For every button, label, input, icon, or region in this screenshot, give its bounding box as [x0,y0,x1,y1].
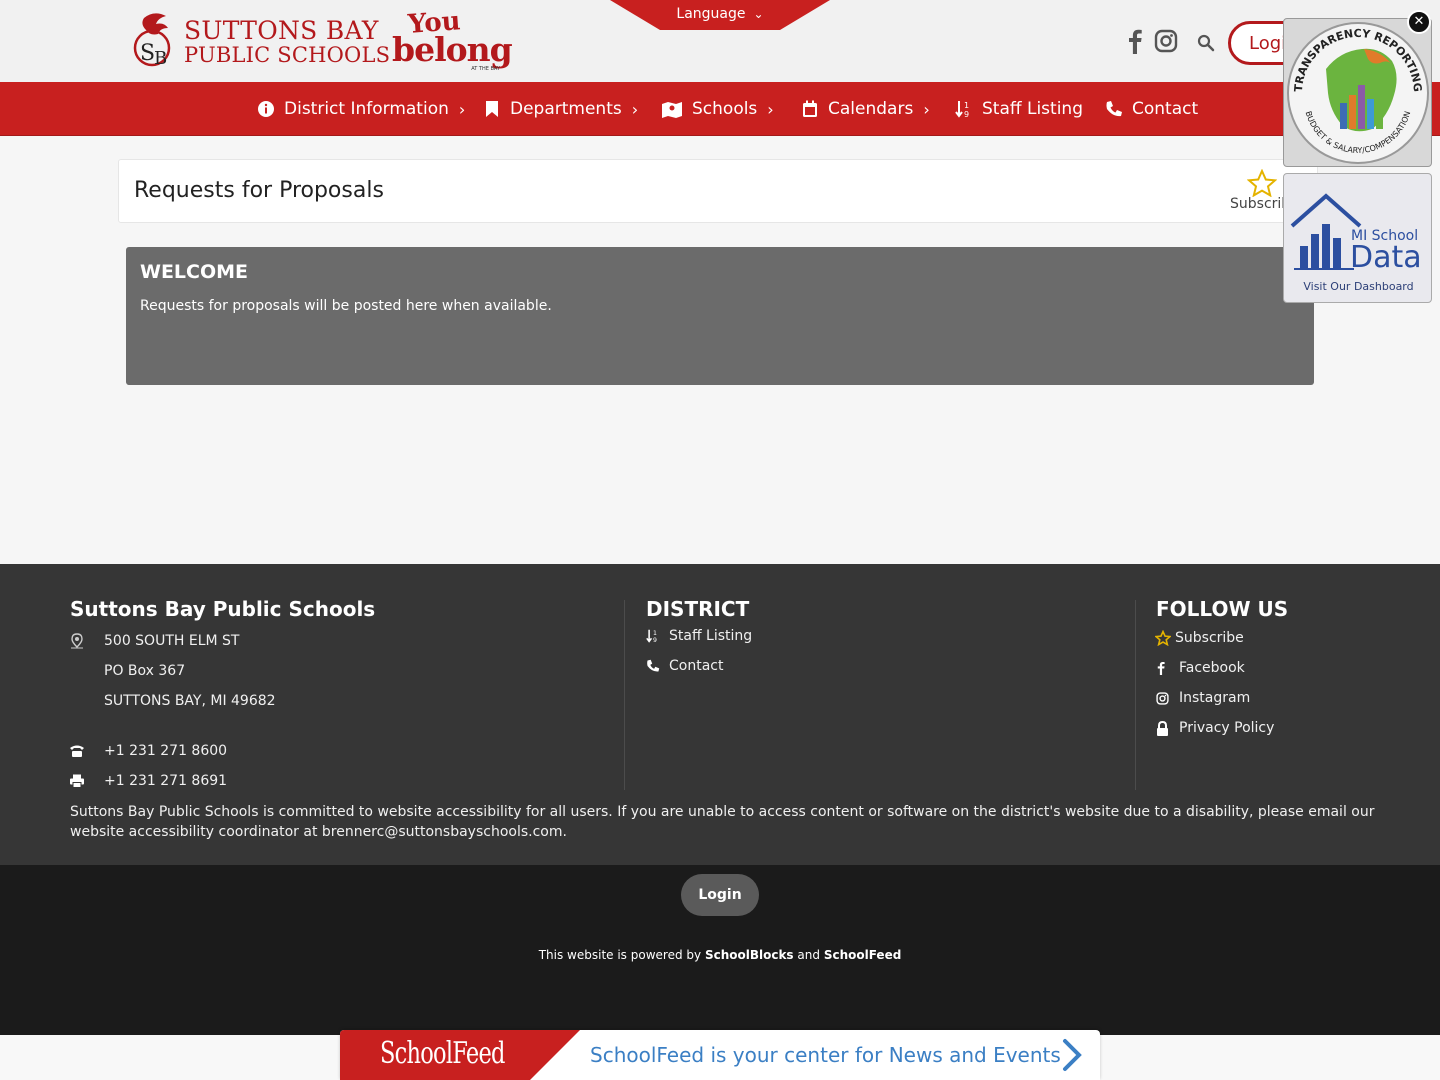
schoolfeed-banner[interactable]: SchoolFeed SchoolFeed is your center for… [340,1030,1100,1080]
svg-text:B: B [154,48,167,69]
mi-school-data-widget[interactable]: MI School Data Visit Our Dashboard [1283,173,1432,303]
svg-text:S: S [140,41,155,66]
phone-icon [645,658,661,674]
language-label: Language [676,6,746,22]
footer-divider [1135,600,1136,790]
bottom-bar: Login This website is powered by SchoolB… [0,865,1440,1035]
sort-icon: 19 [954,99,974,119]
instagram-icon[interactable] [1154,28,1178,54]
schoolfeed-text: SchoolFeed is your center for News and E… [590,1043,1061,1067]
phone-icon [1104,99,1124,119]
footer-link-staff-listing[interactable]: Staff Listing [669,628,752,644]
info-circle-icon [256,99,276,119]
school-logo-text[interactable]: SUTTONS BAY PUBLIC SCHOOLS [184,18,390,66]
footer-link-subscribe[interactable]: Subscribe [1175,630,1244,646]
nav-label: Departments [510,99,622,119]
svg-text:9: 9 [653,637,657,643]
sort-icon: 19 [645,628,661,644]
nav-label: District Information [284,99,449,119]
chevron-right-icon: › [767,99,774,119]
close-icon[interactable]: ✕ [1407,10,1431,34]
powered-prefix: This website is powered by [538,948,702,962]
logo-line-2: PUBLIC SCHOOLS [184,43,391,67]
footer-district-title: DISTRICT [646,597,750,621]
svg-text:1: 1 [653,630,657,637]
site-header: S B SUTTONS BAY PUBLIC SCHOOLS You belon… [0,0,1440,82]
instagram-icon [1154,690,1170,706]
footer-login-button[interactable]: Login [681,874,759,916]
phone-number[interactable]: +1 231 271 8600 [104,743,227,759]
transparency-reporting-icon: TRANSPARENCY REPORTING BUDGET & SALARY/C… [1287,22,1429,164]
chevron-right-icon: › [458,99,466,119]
nav-departments[interactable]: Departments › [482,82,638,136]
welcome-block: WELCOME Requests for proposals will be p… [126,247,1314,385]
school-map-icon [660,99,684,119]
footer-follow-title: FOLLOW US [1156,597,1289,621]
powered-and: and [797,948,820,962]
nav-district-information[interactable]: District Information › [256,82,465,136]
tagline-belong: belong [392,30,513,69]
map-marker-icon [69,633,85,649]
footer-link-privacy-policy[interactable]: Privacy Policy [1179,720,1274,736]
facebook-icon [1153,660,1169,676]
page-title: Requests for Proposals [134,178,384,203]
welcome-body: Requests for proposals will be posted he… [140,298,552,314]
footer-school-name: Suttons Bay Public Schools [70,597,376,621]
nav-label: Contact [1132,99,1199,119]
chevron-right-icon[interactable] [1060,1038,1084,1072]
mi-data-label: Data [1350,240,1422,275]
star-icon [1155,630,1171,646]
address-line-3: SUTTONS BAY, MI 49682 [104,693,276,709]
nav-calendars[interactable]: Calendars › [800,82,930,136]
schoolblocks-link[interactable]: SchoolBlocks [705,948,794,962]
language-selector[interactable]: Language ⌄ [610,0,830,30]
address-line-1: 500 SOUTH ELM ST [104,633,240,649]
welcome-heading: WELCOME [140,261,249,283]
footer-link-contact[interactable]: Contact [669,658,723,674]
main-nav: District Information › Departments › Sch… [0,82,1440,136]
schoolfeed-logo: SchoolFeed [380,1036,505,1071]
page-title-card: Requests for Proposals Subscribe [118,159,1318,223]
nav-schools[interactable]: Schools › [660,82,774,136]
footer-divider [624,600,625,790]
chevron-right-icon: › [631,99,639,119]
search-icon[interactable] [1197,34,1215,52]
visit-dashboard-link[interactable]: Visit Our Dashboard [1284,280,1433,293]
address-line-2: PO Box 367 [104,663,186,679]
powered-by: This website is powered by SchoolBlocks … [0,948,1440,962]
fax-printer-icon [69,773,85,789]
logo-line-1: SUTTONS BAY [184,16,379,45]
nav-staff-listing[interactable]: 19 Staff Listing [954,82,1083,136]
nav-label: Calendars [828,99,914,119]
chevron-down-icon: ⌄ [753,7,764,21]
bookmark-icon [482,99,502,119]
nav-contact[interactable]: Contact [1104,82,1198,136]
transparency-reporting-widget[interactable]: TRANSPARENCY REPORTING BUDGET & SALARY/C… [1283,18,1432,167]
star-icon[interactable] [1247,169,1277,197]
calendar-icon [800,99,820,119]
nav-label: Schools [692,99,758,119]
footer-link-facebook[interactable]: Facebook [1179,660,1245,676]
svg-text:1: 1 [964,101,969,110]
lock-icon [1154,720,1170,736]
tagline-sub: AT THE BAY [471,66,500,72]
telephone-icon [69,743,85,759]
facebook-icon[interactable] [1126,28,1144,54]
site-footer: Suttons Bay Public Schools 500 SOUTH ELM… [0,564,1440,865]
you-belong-logo: You belong AT THE BAY [392,6,513,76]
fax-number: +1 231 271 8691 [104,773,228,789]
accessibility-statement: Suttons Bay Public Schools is committed … [70,804,1375,840]
footer-link-instagram[interactable]: Instagram [1179,690,1250,706]
svg-text:9: 9 [964,110,969,118]
sb-logo-icon[interactable]: S B [130,10,178,70]
chevron-right-icon: › [923,99,930,119]
schoolfeed-link[interactable]: SchoolFeed [824,948,901,962]
nav-label: Staff Listing [982,99,1083,119]
